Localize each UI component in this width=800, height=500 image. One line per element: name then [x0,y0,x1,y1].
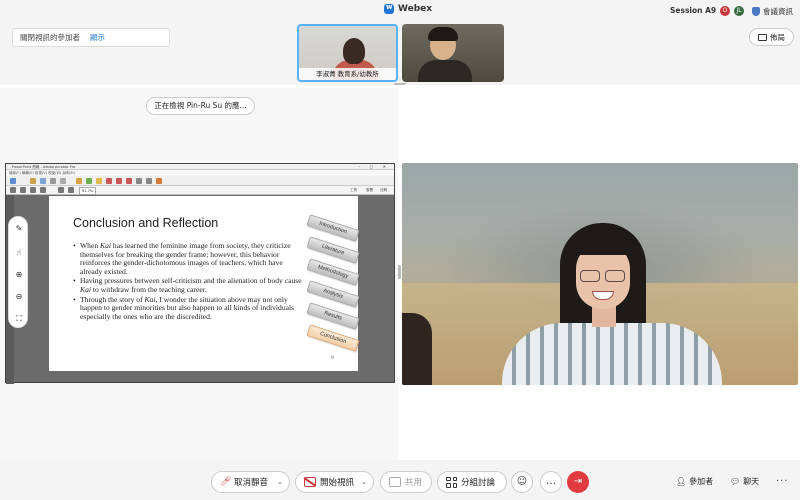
tools-tab: 工具 [350,188,357,192]
share-label: 共用 [405,478,423,488]
participants-icon: 👤︎ [676,477,687,486]
breakout-grid-icon [446,476,457,488]
start-video-label: 開始視訊 [320,478,355,488]
slide-bullet: When Kai has learned the feminine image … [73,241,303,276]
strip-resize-handle[interactable] [394,83,406,85]
participant-body [418,60,472,82]
hand-icon [40,187,46,193]
hide-video-label: 關閉視訊的參加者 [20,33,80,42]
save-icon [40,178,46,184]
shared-app-toolbar [6,176,394,186]
video-foreground-shape [402,313,432,385]
print-icon [50,178,56,184]
slide-bullet-list: When Kai has learned the feminine image … [73,241,303,322]
webex-logo-icon [384,3,394,14]
unmute-button[interactable]: 🎤︎ 取消靜音 ⌄ [211,471,290,493]
home-icon [10,178,16,184]
title-bar: Webex Session A9 O JL 會議資訊 [0,0,800,22]
person-bangs [572,229,634,255]
annotate-icon[interactable]: ✎ [13,223,25,235]
slide-bullet: Through the story of Kai, I wonder the s… [73,295,303,322]
next-page-icon [20,187,26,193]
zoom-out-icon [58,187,64,193]
text-icon [136,178,142,184]
open-icon [30,178,36,184]
slide-title: Conclusion and Reflection [73,216,219,230]
participant-hair [428,27,458,41]
box-icon [146,178,152,184]
person-shirt [502,323,722,385]
more-icon[interactable]: ··· [776,476,789,487]
stamp-icon [106,178,112,184]
session-name: Session A9 [670,6,717,15]
leave-meeting-button[interactable]: ⇥ [567,471,589,493]
pen-icon [156,178,162,184]
slide-page-number: 9 [331,356,334,361]
meeting-info-button[interactable]: 會議資訊 [752,6,793,17]
comment-tab: 註解 [380,188,387,192]
ellipsis-icon: … [546,476,556,487]
participant-head [343,38,365,64]
shared-screen: PowerPoint 簡報 - Adobe Acrobat Pro – ▢ ✕ … [5,163,395,384]
chevron-down-icon[interactable]: ⌄ [361,478,367,486]
highlight-icon [126,178,132,184]
participant-name: 李淑菁 教育系/幼教所 [299,68,396,80]
app-name: Webex [398,4,433,14]
participant-thumbnail-2[interactable] [402,24,504,82]
status-indicator-green[interactable]: JL [734,6,744,16]
chat-button[interactable]: 💬︎ 聊天 [730,476,759,487]
shared-app-toolbar-secondary: 92.7% [6,186,394,195]
emoji-icon: ☺ [516,476,528,487]
participants-button[interactable]: 👤︎ 參加者 [676,476,713,487]
comment-icon [86,178,92,184]
app-title: Webex [384,3,433,14]
participant-video[interactable] [402,163,798,385]
layout-icon [758,33,767,41]
zoom-in-icon[interactable]: ⊕ [13,269,25,281]
share-button[interactable]: 共用 [380,471,432,493]
mic-muted-icon: 🎤︎ [220,477,232,487]
glasses-icon [580,270,600,282]
participant-thumbnail-1[interactable]: 李淑菁 教育系/幼教所 [297,24,398,82]
camera-off-icon [304,477,316,487]
slide-bullet: Having pressures between self-criticism … [73,277,303,294]
participants-label: 參加者 [689,477,714,486]
viewing-share-pill[interactable]: 正在檢視 Pin-Ru Su 的應... [146,97,255,115]
pointer-icon[interactable]: ☝ [13,247,25,259]
shield-icon [752,7,760,16]
chat-icon: 💬︎ [730,477,741,486]
meeting-info-label: 會議資訊 [763,7,793,16]
hide-video-bar: 關閉視訊的參加者 顯示 [12,28,170,47]
prev-page-icon [10,187,16,193]
sign-tab: 簽署 [366,188,373,192]
show-participants-link[interactable]: 顯示 [90,33,105,42]
zoom-out-icon[interactable]: ⊖ [13,291,25,303]
chat-label: 聊天 [743,477,760,486]
settings-icon [76,178,82,184]
zoom-level: 92.7% [79,187,97,195]
glasses-icon [605,270,625,282]
zoom-in-icon [68,187,74,193]
layout-button[interactable]: 佈局 [749,28,794,46]
fit-screen-icon[interactable]: ⛶ [13,313,25,325]
start-video-button[interactable]: 開始視訊 ⌄ [295,471,374,493]
breakout-button[interactable]: 分組討論 [437,471,507,493]
status-indicator-red[interactable]: O [720,6,730,16]
chevron-down-icon[interactable]: ⌄ [277,478,283,486]
mail-icon [60,178,66,184]
share-screen-icon [389,477,401,487]
more-options-button[interactable]: … [540,471,562,493]
breakout-label: 分組討論 [461,478,496,488]
reactions-button[interactable]: ☺ [511,471,533,493]
pane-divider[interactable] [398,265,401,279]
note-icon [96,178,102,184]
unmute-label: 取消靜音 [234,478,269,488]
presentation-slide: Conclusion and Reflection When Kai has l… [49,196,360,371]
select-icon [30,187,36,193]
layout-label: 佈局 [770,32,785,42]
leave-icon: ⇥ [573,476,583,487]
sign-icon [116,178,122,184]
annotation-toolbar: ✎ ☝ ⊕ ⊖ ⛶ [8,216,28,328]
